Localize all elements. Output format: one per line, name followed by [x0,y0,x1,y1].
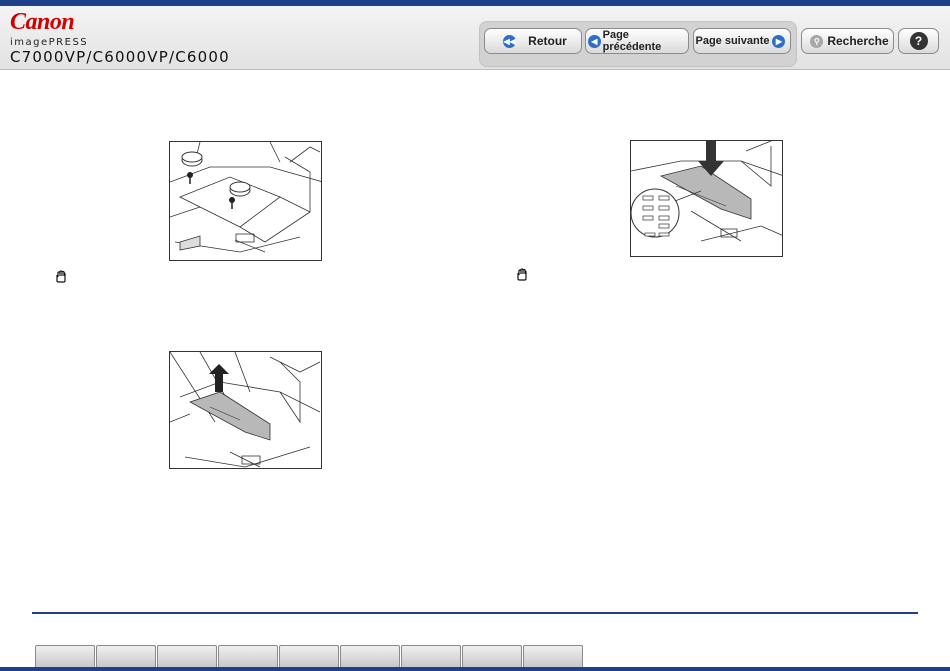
footer-divider [32,612,918,614]
rewind-icon: ◀◀ [503,34,517,48]
note-icon [517,268,527,281]
model-name: C7000VP/C6000VP/C6000 [10,48,230,66]
next-page-label: Page suivante [695,35,770,47]
help-button[interactable]: ? [898,28,939,54]
next-page-button[interactable]: Page suivante ▶ [693,28,791,54]
bottom-tab[interactable] [279,645,339,669]
bottom-tab[interactable] [340,645,400,669]
illustration-lift-guide-drawing [170,352,321,468]
help-icon: ? [909,32,928,50]
bottom-tab[interactable] [523,645,583,669]
search-icon: ⚲ [810,34,824,48]
bottom-accent-bar [0,667,950,671]
bottom-tab[interactable] [218,645,278,669]
search-button[interactable]: ⚲ Recherche [801,28,894,54]
previous-page-label: Page précédente [602,29,662,53]
bottom-tab[interactable] [462,645,522,669]
bottom-tab[interactable] [96,645,156,669]
right-arrow-icon: ▶ [772,34,786,48]
back-button-label: Retour [528,34,567,48]
illustration-remove-screws [169,141,322,261]
bottom-tab[interactable] [401,645,461,669]
illustration-lift-guide [169,351,322,469]
note-icon [56,270,66,283]
back-button[interactable]: ◀◀ Retour [484,28,582,54]
left-arrow-icon: ◀ [588,34,601,48]
illustration-insert-guide-drawing [631,141,782,242]
product-line: imagePRESS [10,37,89,48]
illustration-remove-screws-drawing [170,142,321,253]
search-button-label: Recherche [827,34,889,48]
brand-block: Canon imagePRESS C7000VP/C6000VP/C6000 [10,10,230,66]
bottom-tab[interactable] [157,645,217,669]
illustration-insert-guide [630,140,783,257]
previous-page-button[interactable]: ◀ Page précédente [585,28,689,54]
canon-logo: Canon [10,9,75,35]
bottom-tab[interactable] [35,645,95,669]
